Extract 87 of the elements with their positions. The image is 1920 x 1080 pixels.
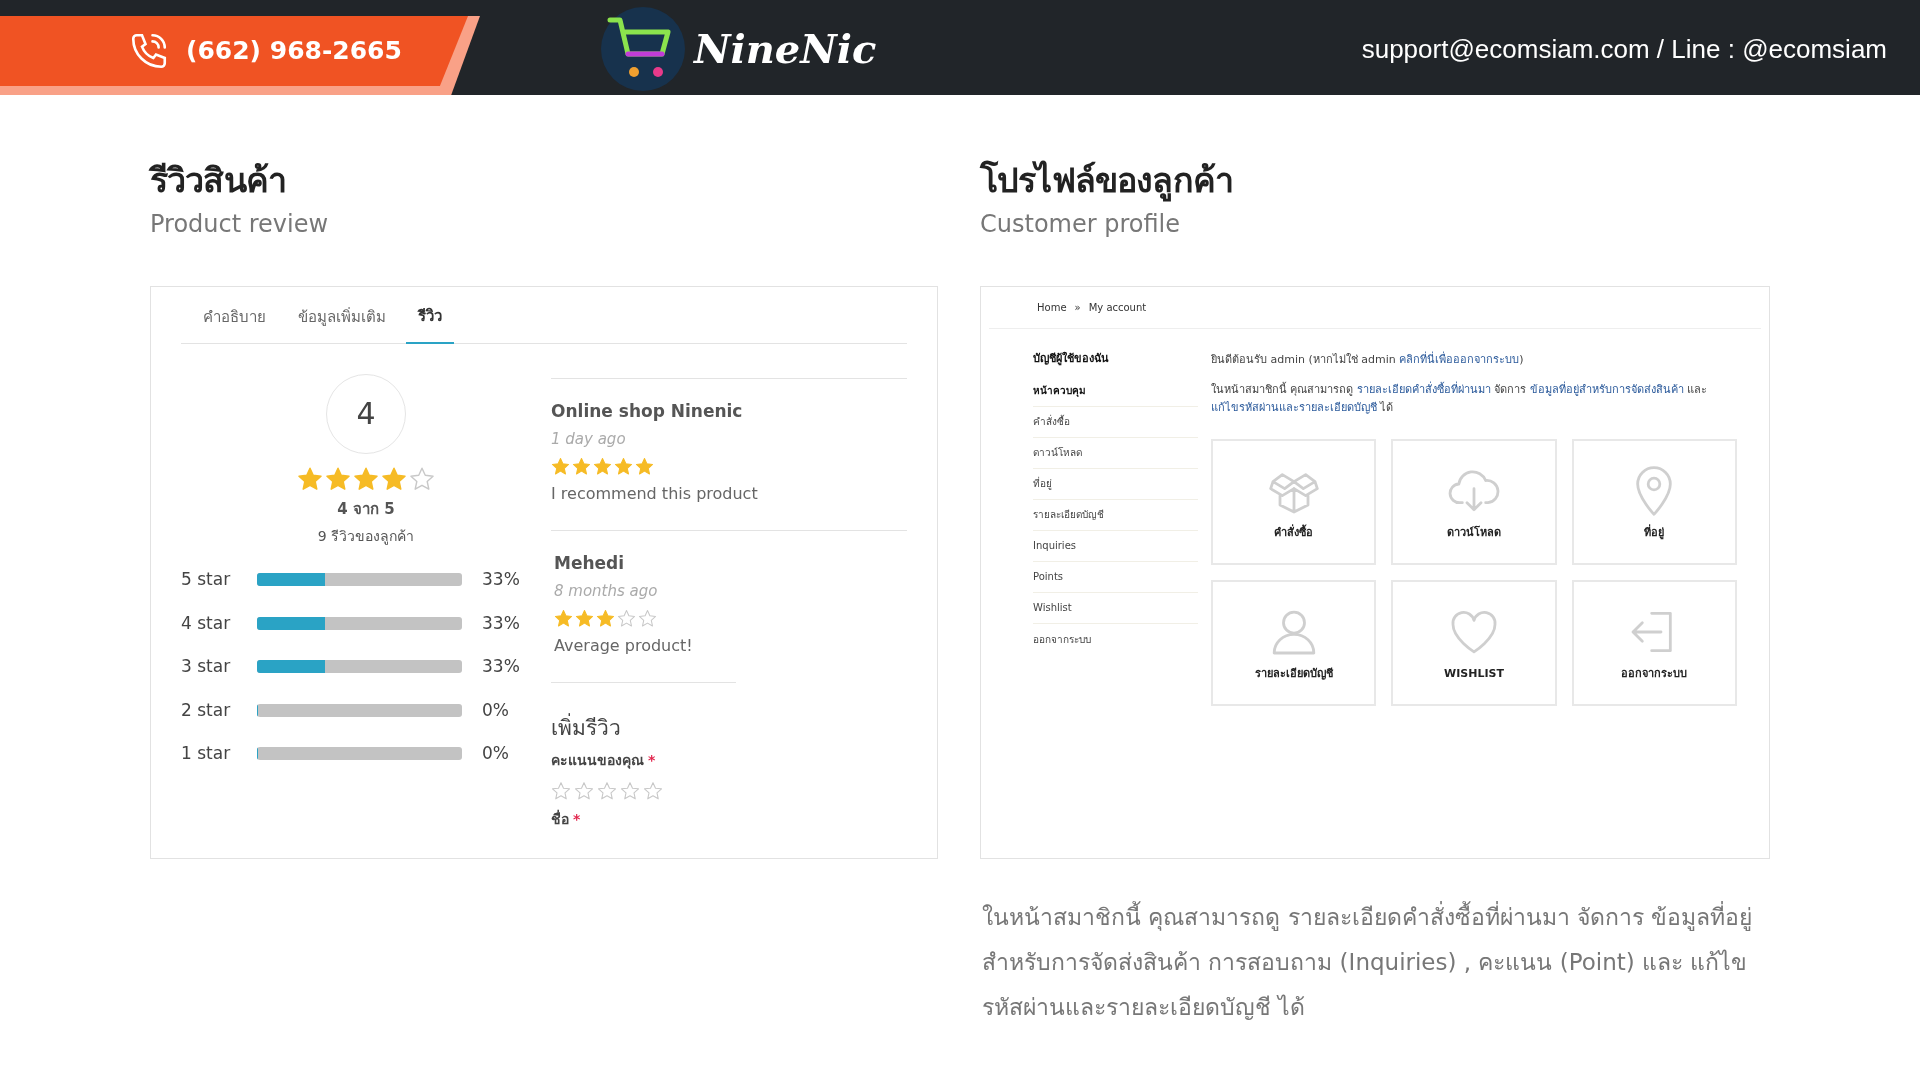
filled-star-icon [572,456,591,476]
tile-label: WISHLIST [1444,665,1504,682]
filled-star-icon [381,465,407,492]
percentage: 33% [482,568,520,591]
empty-star-icon [617,608,636,628]
filled-star-icon [614,456,633,476]
empty-star-icon [597,781,617,801]
breadcrumb-item: » [1074,301,1081,315]
tab[interactable]: รีวิว [406,303,454,344]
sidebar-item[interactable]: รายละเอียดบัญชี [1033,499,1198,531]
required-mark: * [573,810,581,829]
section-subtitle: Customer profile [980,209,1181,240]
review-author: Mehedi [554,551,626,575]
tile-label: รายละเอียดบัญชี [1254,665,1333,682]
percentage: 0% [482,742,509,765]
tab[interactable]: คำอธิบาย [191,303,278,344]
percentage: 0% [482,698,509,722]
filled-star-icon [596,608,615,628]
review-time: 1 day ago [551,429,627,450]
intro-text: ในหน้าสมาชิกนี้ คุณสามารถดู รายละเอียดคำสั่งซื้อที่ผ่านมา จัดการ ข้อมูลที่อยู่สำหรับการจัดส่งสินค้า และ แก้ไขรหัสผ่านและรายละเอียดบัญชี ได้ [1211,381,1709,416]
account-tile[interactable]: WISHLIST [1391,580,1557,706]
review-text: Average product! [554,634,694,657]
account-tile[interactable]: คำสั่งซื้อ [1211,439,1377,565]
filled-star-icon [297,465,323,492]
empty-star-icon [409,465,435,492]
form-title: เพิ่มรีวิว [551,712,622,742]
star-label: 4 star [181,611,232,635]
sidebar-title: บัญชีผู้ใช้ของฉัน [1033,351,1110,368]
filled-star-icon [635,456,654,476]
section-title: รีวิวสินค้า [150,159,288,202]
star-label: 2 star [181,698,232,722]
description: ในหน้าสมาชิกนี้ คุณสามารถดู รายละเอียดคำสั่งซื้อที่ผ่านมา จัดการ ข้อมูลที่อยู่สำหรับการจัดส่งสินค้า การสอบถาม (Inquiries) , คะแนน (Point) และ แก้ไขรหัสผ่านและรายละเอียดบัญชี ได้ [980,895,1770,1030]
star-label: 3 star [181,655,232,678]
tile-label: คำสั่งซื้อ [1274,524,1314,541]
review-text: I recommend this product [551,482,759,505]
tile-label: ดาวน์โหลด [1447,524,1501,541]
review-time: 8 months ago [554,581,659,602]
percentage: 33% [482,611,520,635]
empty-star-icon [638,608,657,628]
name-label: ชื่อ [551,809,569,829]
tile-label: ออกจากระบบ [1621,665,1688,682]
filled-star-icon [575,608,594,628]
text-link[interactable]: คลิกที่นี่เพื่อออกจากระบบ [1399,353,1520,366]
star-label: 1 star [181,742,232,765]
account-tile[interactable]: รายละเอียดบัญชี [1211,580,1377,706]
empty-star-icon [620,781,640,801]
account-tile[interactable]: ที่อยู่ [1571,439,1737,565]
sidebar-item[interactable]: ดาวน์โหลด [1033,437,1198,469]
star-label: 5 star [181,568,232,591]
score-text: 4 จาก 5 [337,498,395,520]
sidebar-item[interactable]: Wishlist [1033,592,1198,624]
sidebar-item[interactable]: Points [1033,561,1198,593]
sidebar-item[interactable]: คำสั่งซื้อ [1033,406,1198,438]
section-subtitle: Product review [150,209,330,240]
required-mark: * [648,751,656,770]
filled-star-icon [325,465,351,492]
logo-text: NineNic [694,24,877,74]
tab[interactable]: ข้อมูลเพิ่มเติม [286,303,398,344]
percentage: 33% [482,655,520,678]
filled-star-icon [593,456,612,476]
review-author: Online shop Ninenic [551,399,744,423]
breadcrumb-item[interactable]: Home [1037,300,1067,315]
empty-star-icon [551,781,571,801]
account-tile[interactable]: ออกจากระบบ [1571,580,1737,706]
sidebar-item[interactable]: Inquiries [1033,530,1198,562]
filled-star-icon [554,608,573,628]
section-title: โปรไฟล์ของลูกค้า [980,159,1234,204]
empty-star-icon [643,781,663,801]
sidebar-item[interactable]: ออกจากระบบ [1033,623,1198,655]
sidebar-item[interactable]: หน้าควบคุม [1033,375,1198,407]
text-link[interactable]: รายละเอียดคำสั่งซื้อที่ผ่านมา [1357,383,1491,396]
cart-logo-icon [600,6,686,92]
filled-star-icon [353,465,379,492]
rating-label: คะแนนของคุณ [551,751,644,771]
text-link[interactable]: ข้อมูลที่อยู่สำหรับการจัดส่งสินค้า [1530,383,1684,396]
breadcrumb-item[interactable]: My account [1088,300,1147,315]
text-link[interactable]: รายละเอียดบัญชี [1299,401,1377,414]
sidebar-item[interactable]: ที่อยู่ [1033,468,1198,500]
tile-label: ที่อยู่ [1644,524,1665,542]
text-link[interactable]: แก้ไขรหัสผ่านและ [1211,401,1299,414]
phone-number: (662) 968-2665 [186,35,402,68]
account-tile[interactable]: ดาวน์โหลด [1391,439,1557,565]
contact-info: support@ecomsiam.com / Line : @ecomsiam [1361,33,1887,66]
welcome-text: ยินดีต้อนรับ admin (หากไม่ใช่ admin คลิกที่นี่เพื่อออกจากระบบ) [1211,351,1525,368]
filled-star-icon [551,456,570,476]
empty-star-icon [574,781,594,801]
review-count: 9 รีวิวของลูกค้า [317,527,415,547]
